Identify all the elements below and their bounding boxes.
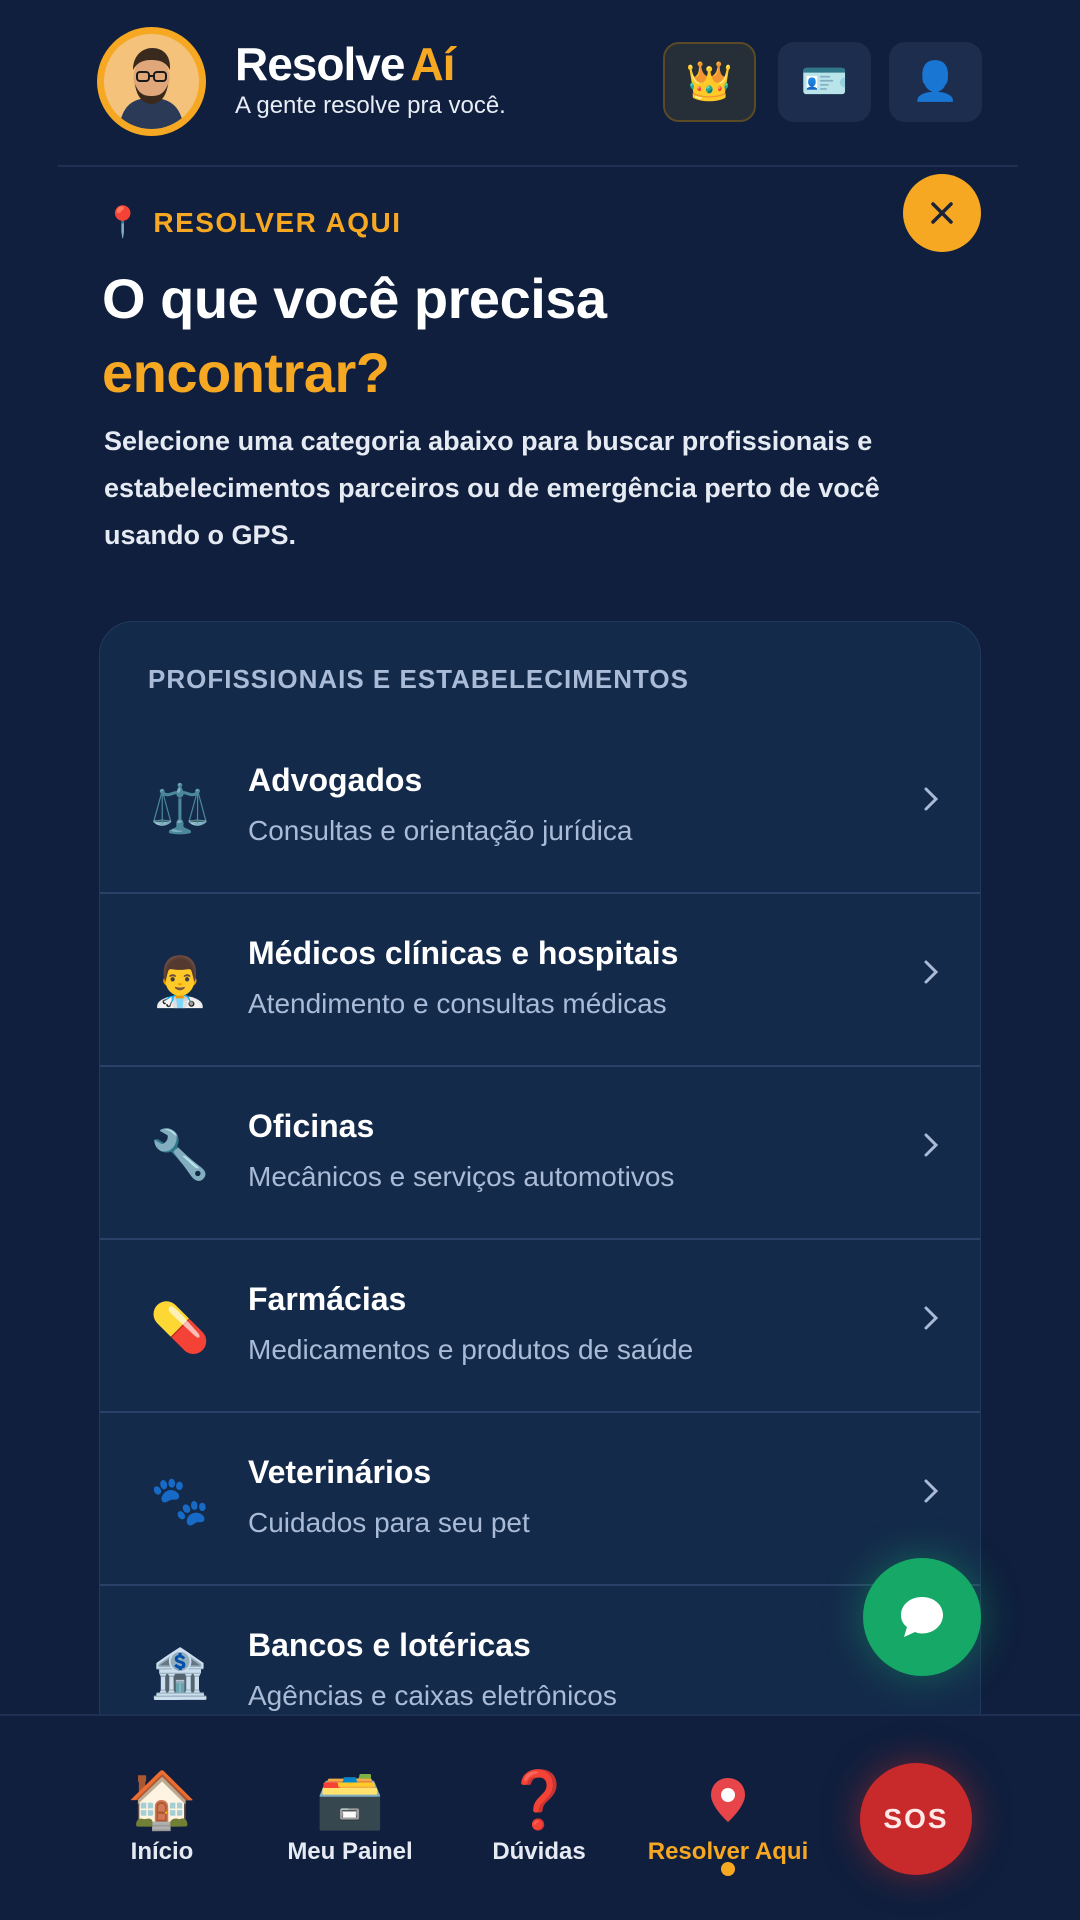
title-line-1: O que você precisa	[102, 267, 607, 330]
brand-name: Resolve Aí	[235, 38, 506, 90]
chat-bubble-icon	[901, 1597, 943, 1637]
man-avatar-icon	[104, 34, 199, 129]
category-subtitle: Medicamentos e produtos de saúde	[248, 1334, 694, 1365]
chevron-right-icon	[924, 787, 939, 811]
chevron-right-icon	[924, 960, 939, 984]
file-cabinet-icon: 🗃️	[315, 1768, 385, 1831]
nav-label: Início	[130, 1838, 194, 1865]
id-card-icon: 🪪	[800, 61, 849, 103]
header-divider	[58, 165, 1018, 167]
brand-name-main: Resolve	[235, 38, 405, 90]
page-title: O que você precisa encontrar?	[102, 262, 607, 410]
page-subtitle: Selecione uma categoria abaixo para busc…	[104, 426, 880, 550]
section-eyebrow: 📍 RESOLVER AQUI	[104, 205, 402, 240]
close-icon	[931, 202, 953, 224]
category-title: Oficinas	[248, 1108, 375, 1144]
category-item-farmacias[interactable]: 💊 Farmácias Medicamentos e produtos de s…	[100, 1241, 980, 1413]
nav-item-inicio[interactable]: 🏠 Início	[72, 1716, 252, 1920]
sos-button[interactable]: SOS	[860, 1763, 972, 1875]
close-button[interactable]	[903, 174, 981, 252]
chat-button[interactable]	[863, 1558, 981, 1676]
category-subtitle: Mecânicos e serviços automotivos	[248, 1161, 675, 1192]
scales-icon: ⚖️	[150, 783, 210, 836]
category-item-oficinas[interactable]: 🔧 Oficinas Mecânicos e serviços automoti…	[100, 1068, 980, 1240]
premium-button[interactable]: 👑	[663, 42, 756, 122]
profile-button[interactable]: 👤	[889, 42, 982, 122]
active-indicator	[721, 1862, 735, 1876]
category-subtitle: Cuidados para seu pet	[248, 1507, 530, 1538]
chevron-right-icon	[924, 1479, 939, 1503]
pill-icon: 💊	[150, 1302, 210, 1355]
brand-name-accent: Aí	[410, 38, 455, 90]
category-title: Bancos e lotéricas	[248, 1627, 531, 1663]
category-item-bancos[interactable]: 🏦 Bancos e lotéricas Agências e caixas e…	[100, 1587, 980, 1720]
app-header: Resolve Aí A gente resolve pra você. 👑 🪪 …	[0, 0, 1080, 166]
category-title: Médicos clínicas e hospitais	[248, 935, 679, 971]
avatar-illustration	[104, 34, 199, 129]
title-line-2: encontrar?	[102, 341, 390, 404]
category-item-medicos[interactable]: 👨‍⚕️ Médicos clínicas e hospitais Atendi…	[100, 895, 980, 1067]
chevron-right-icon	[924, 1133, 939, 1157]
nav-label: Dúvidas	[492, 1838, 586, 1865]
category-title: Farmácias	[248, 1281, 407, 1317]
brand-tagline: A gente resolve pra você.	[235, 92, 506, 119]
category-title: Veterinários	[248, 1454, 432, 1490]
section-title: PROFISSIONAIS E ESTABELECIMENTOS	[148, 664, 689, 694]
category-subtitle: Atendimento e consultas médicas	[248, 988, 667, 1019]
user-icon: 👤	[911, 61, 960, 103]
wrench-icon: 🔧	[150, 1129, 210, 1182]
location-pin-icon	[638, 1768, 818, 1837]
eyebrow-label: RESOLVER AQUI	[153, 206, 402, 238]
nav-label: Meu Painel	[287, 1838, 413, 1865]
pin-icon: 📍	[104, 206, 142, 239]
location-pin-svg	[711, 1778, 745, 1822]
category-title: Advogados	[248, 762, 423, 798]
category-item-advogados[interactable]: ⚖️ Advogados Consultas e orientação jurí…	[100, 722, 980, 894]
question-icon: ❓	[504, 1768, 574, 1831]
avatar[interactable]	[97, 27, 206, 136]
nav-item-resolver-aqui[interactable]: Resolver Aqui	[638, 1716, 818, 1920]
id-card-button[interactable]: 🪪	[778, 42, 871, 122]
bank-icon: 🏦	[150, 1648, 210, 1701]
category-subtitle: Consultas e orientação jurídica	[248, 815, 633, 846]
chevron-right-icon	[924, 1306, 939, 1330]
house-icon: 🏠	[127, 1768, 197, 1831]
brand: Resolve Aí A gente resolve pra você.	[235, 38, 506, 120]
paw-icon: 🐾	[150, 1475, 210, 1528]
app-screen: Resolve Aí A gente resolve pra você. 👑 🪪 …	[0, 0, 1080, 1920]
nav-item-meu-painel[interactable]: 🗃️ Meu Painel	[260, 1716, 440, 1920]
crown-icon: 👑	[685, 61, 734, 103]
category-item-veterinarios[interactable]: 🐾 Veterinários Cuidados para seu pet	[100, 1414, 980, 1586]
doctor-icon: 👨‍⚕️	[150, 956, 210, 1009]
category-subtitle: Agências e caixas eletrônicos	[248, 1680, 617, 1711]
categories-card: PROFISSIONAIS E ESTABELECIMENTOS ⚖️ Advo…	[99, 621, 981, 1721]
nav-item-duvidas[interactable]: ❓ Dúvidas	[449, 1716, 629, 1920]
